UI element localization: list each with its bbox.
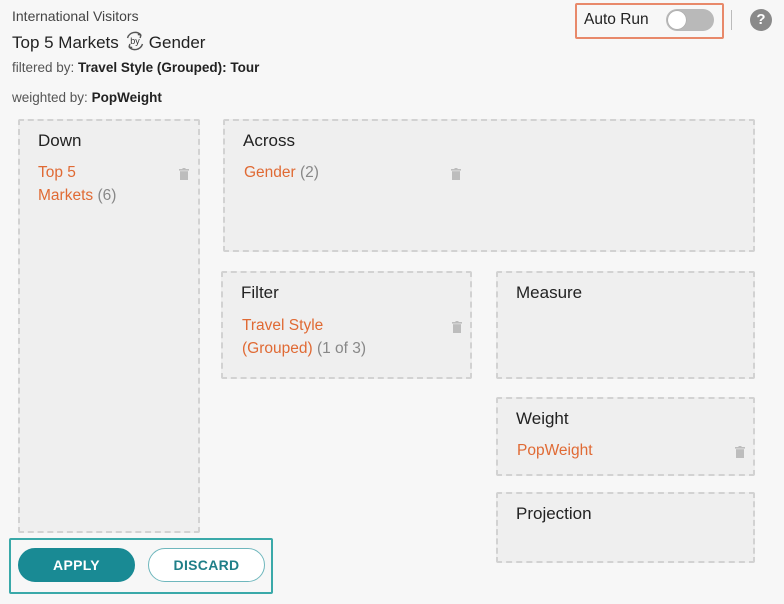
auto-run-toggle[interactable] [666, 9, 714, 31]
down-variable-name-line1: Top 5 [38, 164, 76, 181]
down-variable-name-line2: Markets [38, 187, 94, 204]
by-connector-icon: by [123, 29, 147, 53]
title-down-variable: Top 5 Markets [12, 33, 119, 52]
apply-button[interactable]: APPLY [18, 548, 135, 582]
weight-variable-item[interactable]: PopWeight [517, 439, 593, 462]
by-connector-label: by [130, 36, 140, 46]
measure-zone-title: Measure [516, 283, 583, 302]
across-zone-title: Across [243, 131, 295, 150]
filter-zone-title: Filter [241, 283, 279, 302]
across-variable-item[interactable]: Gender (2) [244, 161, 319, 184]
weight-dropzone[interactable]: Weight PopWeight [496, 397, 755, 476]
down-variable-item[interactable]: Top 5 Markets (6) [38, 161, 116, 207]
trash-icon[interactable] [179, 168, 189, 180]
toolbar-divider [731, 10, 732, 30]
trash-icon[interactable] [451, 168, 461, 180]
projection-dropzone[interactable]: Projection [496, 492, 755, 563]
weight-zone-title: Weight [516, 409, 569, 428]
measure-dropzone[interactable]: Measure [496, 271, 755, 379]
filter-variable-name-line1: Travel Style [242, 317, 324, 334]
filter-summary: filtered by: Travel Style (Grouped): Tou… [12, 60, 259, 75]
down-dropzone[interactable]: Down Top 5 Markets (6) [18, 119, 200, 533]
filter-summary-value: Travel Style (Grouped): Tour [78, 60, 260, 75]
filter-variable-name-line2: (Grouped) [242, 340, 313, 357]
table-title: Top 5 Markets by Gender [12, 31, 205, 55]
weight-variable-name: PopWeight [517, 442, 593, 459]
filter-variable-item[interactable]: Travel Style (Grouped) (1 of 3) [242, 314, 366, 360]
trash-icon[interactable] [452, 321, 462, 333]
across-variable-count: (2) [300, 164, 319, 181]
down-variable-count: (6) [97, 187, 117, 204]
discard-button[interactable]: DISCARD [148, 548, 265, 582]
toggle-knob [668, 11, 686, 29]
filter-variable-count: (1 of 3) [316, 340, 367, 357]
weight-summary: weighted by: PopWeight [12, 90, 162, 105]
down-zone-title: Down [38, 131, 82, 150]
weight-summary-prefix: weighted by: [12, 90, 88, 105]
filter-dropzone[interactable]: Filter Travel Style (Grouped) (1 of 3) [221, 271, 472, 379]
across-variable-name: Gender [244, 164, 296, 181]
trash-icon[interactable] [735, 446, 745, 458]
title-across-variable: Gender [148, 33, 206, 52]
across-dropzone[interactable]: Across Gender (2) [223, 119, 755, 252]
help-icon[interactable]: ? [750, 9, 772, 31]
weight-summary-value: PopWeight [91, 90, 162, 105]
filter-summary-prefix: filtered by: [12, 60, 75, 75]
dataset-name: International Visitors [12, 8, 139, 24]
projection-zone-title: Projection [516, 504, 592, 523]
auto-run-label: Auto Run [584, 11, 649, 28]
